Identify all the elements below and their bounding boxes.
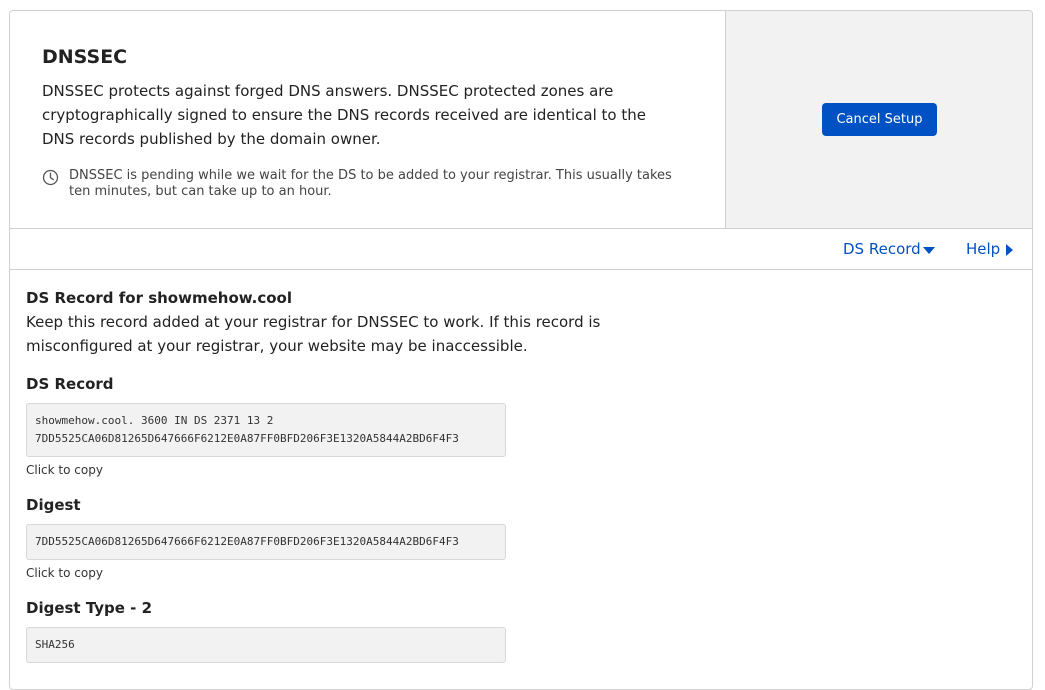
digest-label: Digest <box>26 496 81 514</box>
ds-record-link[interactable]: DS Record <box>843 240 935 258</box>
clock-icon <box>42 169 59 186</box>
ds-record-heading: DS Record for showmehow.cool <box>26 289 293 307</box>
link-bar: DS Record Help <box>10 229 1032 270</box>
caret-right-icon <box>1006 243 1014 256</box>
dnssec-summary: DNSSEC DNSSEC protects against forged DN… <box>10 11 1032 229</box>
ds-record-panel: DS Record for showmehow.cool Keep this r… <box>10 270 1032 663</box>
digest-type-value[interactable]: SHA256 <box>26 627 506 663</box>
cancel-setup-button[interactable]: Cancel Setup <box>822 103 937 136</box>
caret-down-icon <box>922 246 935 254</box>
help-link-label: Help <box>966 240 1001 258</box>
action-panel: Cancel Setup <box>726 11 1032 228</box>
ds-record-link-label: DS Record <box>843 240 921 258</box>
help-link[interactable]: Help <box>966 240 1014 258</box>
section-description: DNSSEC protects against forged DNS answe… <box>42 82 646 148</box>
ds-record-line-1: showmehow.cool. 3600 IN DS 2371 13 2 <box>35 414 274 427</box>
ds-record-value[interactable]: showmehow.cool. 3600 IN DS 2371 13 2 7DD5… <box>26 403 506 457</box>
digest-type-label: Digest Type - 2 <box>26 599 153 617</box>
pending-notice: DNSSEC is pending while we wait for the … <box>42 168 693 200</box>
digest-value[interactable]: 7DD5525CA06D81265D647666F6212E0A87FF0BFD… <box>26 524 506 560</box>
ds-record-description: Keep this record added at your registrar… <box>26 313 601 355</box>
dnssec-card: DNSSEC DNSSEC protects against forged DN… <box>9 10 1033 690</box>
section-title: DNSSEC <box>42 46 128 68</box>
ds-record-line-2: 7DD5525CA06D81265D647666F6212E0A87FF0BFD… <box>35 432 459 445</box>
ds-record-label: DS Record <box>26 375 114 393</box>
pending-notice-text: DNSSEC is pending while we wait for the … <box>69 168 672 199</box>
dnssec-info: DNSSEC DNSSEC protects against forged DN… <box>10 11 726 228</box>
digest-copy-hint[interactable]: Click to copy <box>26 566 1016 580</box>
ds-record-copy-hint[interactable]: Click to copy <box>26 463 1016 477</box>
